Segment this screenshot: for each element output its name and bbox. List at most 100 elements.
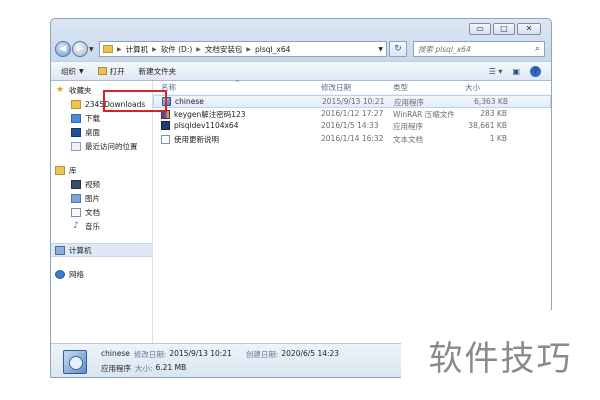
recent-pages-dropdown[interactable]: ▼ (89, 46, 97, 53)
open-button[interactable]: 打开 (97, 66, 125, 77)
plsql-installer-icon (161, 121, 170, 130)
download-folder-icon (71, 113, 81, 123)
file-type: WinRAR 压缩文件 (393, 109, 455, 119)
arrow-left-icon: ◀ (59, 44, 67, 54)
nav-label: 2345Downloads (85, 99, 146, 109)
details-created-label: 创建日期: (245, 350, 279, 359)
nav-item-2345downloads[interactable]: 2345Downloads (51, 97, 152, 111)
document-icon (71, 207, 81, 217)
navigation-pane: ★ 收藏夹 2345Downloads 下载 桌面 最近访问的位置 库 视频 图… (51, 81, 153, 343)
nav-item-documents[interactable]: 文档 (51, 205, 152, 219)
refresh-button[interactable]: ↻ (389, 41, 407, 57)
video-icon (71, 179, 81, 189)
main-area: ★ 收藏夹 2345Downloads 下载 桌面 最近访问的位置 库 视频 图… (51, 80, 551, 343)
breadcrumb-drive-d[interactable]: 软件 (D:) (161, 44, 193, 55)
nav-label: 计算机 (69, 245, 92, 255)
nav-label: 下载 (85, 113, 100, 123)
organize-button[interactable]: 组织 ▼ (61, 66, 84, 77)
new-folder-button[interactable]: 新建文件夹 (139, 66, 177, 77)
nav-label: 图片 (85, 193, 100, 203)
chevron-down-icon: ▼ (79, 67, 84, 75)
file-name-cell: 使用更新说明 (161, 134, 219, 145)
nav-label: 文档 (85, 207, 100, 217)
search-icon[interactable]: ⌕ (535, 44, 540, 54)
picture-icon (71, 193, 81, 203)
file-type: 应用程序 (393, 122, 423, 131)
file-type: 应用程序 (394, 98, 424, 107)
address-bar[interactable]: ▶ 计算机 ▶ 软件 (D:) ▶ 文档安装包 ▶ plsql_x64 ▼ (99, 41, 387, 57)
nav-computer[interactable]: 计算机 (51, 243, 152, 257)
view-controls: ☰ ▾ ▣ ? (479, 65, 541, 77)
minimize-button[interactable]: ▭ (469, 23, 491, 35)
file-row-chinese[interactable]: chinese 2015/9/13 10:21 应用程序 6,363 KB (153, 95, 551, 108)
details-file-type: 应用程序 (101, 364, 131, 373)
column-date-modified[interactable]: 修改日期 (321, 82, 351, 93)
breadcrumb-install-packages[interactable]: 文档安装包 (205, 44, 243, 55)
nav-item-downloads[interactable]: 下载 (51, 111, 152, 125)
nav-libraries[interactable]: 库 (51, 163, 152, 177)
column-header-row: 名称 修改日期 类型 大小 (153, 81, 551, 95)
chevron-down-icon[interactable]: ▼ (378, 46, 383, 53)
new-folder-label: 新建文件夹 (138, 66, 177, 76)
text-file-icon (161, 134, 170, 144)
file-row-keygen[interactable]: keygen解注密码123 2016/1/12 17:27 WinRAR 压缩文… (153, 108, 551, 121)
nav-favorites[interactable]: ★ 收藏夹 (51, 83, 152, 97)
column-type[interactable]: 类型 (393, 82, 408, 93)
preview-pane-icon[interactable]: ▣ (512, 67, 520, 76)
nav-item-videos[interactable]: 视频 (51, 177, 152, 191)
nav-item-recent-places[interactable]: 最近访问的位置 (51, 139, 152, 153)
file-name: 使用更新说明 (174, 134, 219, 144)
column-size[interactable]: 大小 (465, 82, 480, 93)
file-size: 1 KB (489, 133, 507, 143)
column-name[interactable]: 名称 (161, 82, 176, 93)
nav-item-pictures[interactable]: 图片 (51, 191, 152, 205)
file-row-readme[interactable]: 使用更新说明 2016/1/14 16:32 文本文档 1 KB (153, 133, 551, 146)
nav-label: 音乐 (85, 221, 100, 231)
window-controls: ▭ □ ✕ (467, 23, 541, 35)
organize-label: 组织 (61, 66, 76, 76)
breadcrumb-computer[interactable]: 计算机 (126, 44, 149, 55)
application-large-icon (63, 349, 87, 374)
details-created-value: 2020/6/5 14:23 (281, 349, 340, 358)
open-icon (97, 67, 107, 75)
chevron-right-icon[interactable]: ▶ (117, 46, 122, 53)
back-button[interactable]: ◀ (55, 41, 71, 57)
nav-network[interactable]: 网络 (51, 267, 152, 281)
file-type: 文本文档 (393, 134, 423, 144)
file-size: 38,661 KB (468, 121, 507, 130)
desktop-icon (71, 127, 81, 137)
file-row-plsqldev[interactable]: plsqldev1104x64 2016/1/5 14:33 应用程序 38,6… (153, 120, 551, 133)
details-line-2: 应用程序 大小: 6.21 MB (101, 363, 232, 374)
file-name-cell: chinese (162, 97, 204, 106)
chevron-right-icon[interactable]: ▶ (246, 46, 251, 53)
breadcrumb-plsql-x64[interactable]: plsql_x64 (255, 45, 290, 54)
chevron-right-icon[interactable]: ▶ (152, 46, 157, 53)
help-icon[interactable]: ? (530, 65, 541, 77)
file-name: plsqldev1104x64 (174, 121, 239, 130)
file-date: 2015/9/13 10:21 (322, 97, 385, 106)
folder-icon (71, 99, 81, 109)
nav-label: 最近访问的位置 (85, 141, 138, 151)
file-date: 2016/1/14 16:32 (321, 133, 384, 143)
chevron-right-icon[interactable]: ▶ (196, 46, 201, 53)
details-file-name: chinese (101, 349, 130, 358)
computer-icon (55, 245, 65, 255)
details-size-value: 6.21 MB (155, 363, 187, 372)
nav-item-music[interactable]: ♪ 音乐 (51, 219, 152, 233)
view-options-icon[interactable]: ☰ ▾ (489, 67, 503, 76)
search-box[interactable]: ⌕ (413, 41, 545, 57)
close-button[interactable]: ✕ (517, 23, 541, 35)
file-list: ^ 名称 修改日期 类型 大小 chinese 2015/9/13 10:21 … (153, 80, 551, 343)
file-date: 2016/1/12 17:27 (321, 108, 384, 118)
arrow-right-icon: ▶ (76, 44, 84, 54)
file-name-cell: keygen解注密码123 (161, 109, 246, 120)
network-icon (55, 269, 65, 279)
maximize-button[interactable]: □ (493, 23, 515, 35)
search-input[interactable] (418, 44, 535, 54)
open-label: 打开 (109, 66, 125, 76)
address-row: ◀ ▶ ▼ ▶ 计算机 ▶ 软件 (D:) ▶ 文档安装包 ▶ plsql_x6… (55, 39, 545, 59)
nav-item-desktop[interactable]: 桌面 (51, 125, 152, 139)
file-name: keygen解注密码123 (174, 109, 246, 119)
forward-button[interactable]: ▶ (72, 41, 88, 57)
file-date: 2016/1/5 14:33 (321, 121, 379, 130)
